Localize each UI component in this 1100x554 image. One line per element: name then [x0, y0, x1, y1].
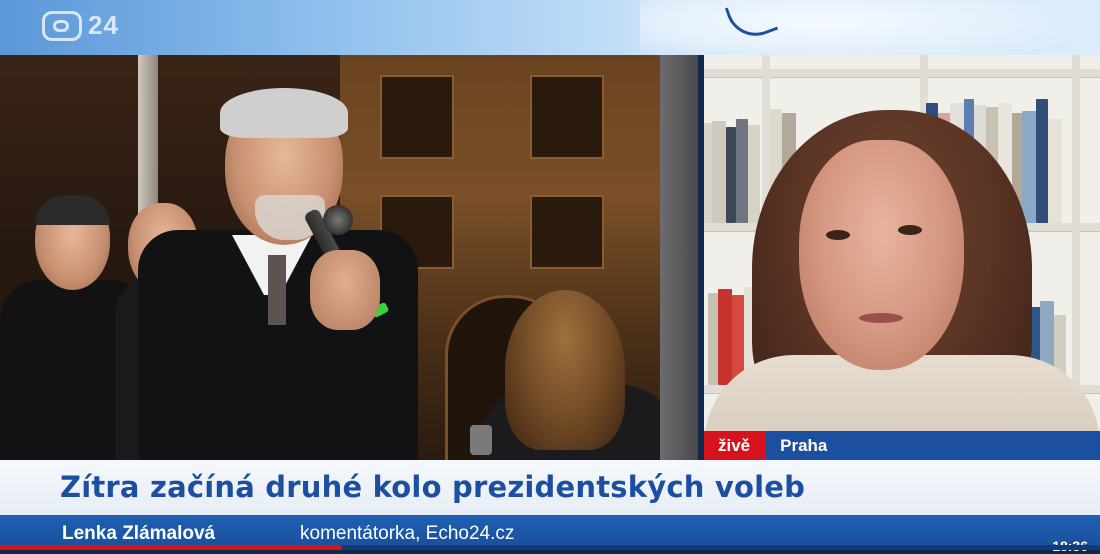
progress-track [0, 545, 1100, 550]
headline-text: Zítra začíná druhé kolo prezidentských v… [60, 470, 806, 504]
progress-fill [0, 545, 341, 550]
channel-logo: 24 [42, 10, 119, 41]
right-video-feed [704, 55, 1100, 431]
guest-role: komentátorka, Echo24.cz [300, 523, 515, 544]
guest-mouth [859, 313, 903, 323]
guest-name: Lenka Zlámalová [62, 523, 216, 544]
phone [470, 425, 492, 455]
headline-bar: Zítra začíná druhé kolo prezidentských v… [0, 460, 1100, 515]
location-strip: živě Praha [704, 431, 1100, 460]
map-graphic [640, 0, 1100, 55]
ct-logo-icon [42, 10, 82, 41]
channel-logo-text: 24 [88, 10, 119, 40]
microphone-head [323, 205, 353, 235]
left-video-feed [0, 55, 698, 460]
live-badge: živě [704, 431, 767, 460]
location-label: Praha [780, 435, 828, 455]
speaker-hair [220, 88, 348, 138]
guest-eye-left [826, 230, 850, 240]
top-background-band: 24 [0, 0, 1100, 55]
guest-face [799, 140, 964, 370]
woman-hair [505, 290, 625, 450]
guest-eye-right [898, 225, 922, 235]
speaker-hand [310, 250, 380, 330]
